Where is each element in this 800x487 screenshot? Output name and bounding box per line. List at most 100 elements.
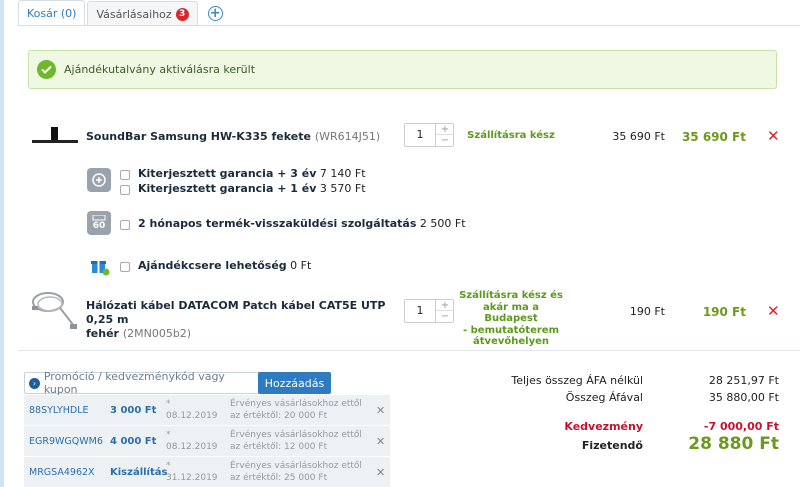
coupon-condition-line1: Érvényes vásárlásokhoz ettől	[230, 461, 362, 471]
stock-status: Szállításra kész	[467, 130, 555, 141]
check-icon	[37, 60, 56, 79]
remove-coupon-icon[interactable]: ✕	[376, 404, 385, 417]
count-badge: 3	[175, 7, 189, 21]
cable-status-line3: - bemutatóterem	[463, 324, 559, 336]
cable-status-line1: Szállításra kész és	[459, 290, 563, 301]
add-promo-button[interactable]: Hozzáadás	[258, 372, 331, 394]
left-edge-bar	[0, 0, 4, 487]
coupon-row[interactable]: EGR9WGQWM6 4 000 Ft * 08.12.2019 Érvényes…	[24, 426, 390, 456]
remove-item-icon-cable[interactable]: ✕	[767, 302, 780, 320]
coupon-condition-line2: az értéktől: 12 000 Ft	[230, 442, 328, 452]
gift-exchange-option: Ajándékcsere lehetőség 0 Ft	[138, 259, 311, 272]
return-icon-label: 60	[92, 221, 106, 231]
line-total-cable: 190 Ft	[702, 305, 746, 319]
return-service-option: 2 hónapos termék-visszaküldési szolgálta…	[138, 217, 466, 230]
section-divider	[18, 350, 800, 351]
net-total-value: 28 251,97 Ft	[708, 374, 779, 387]
amount-due-label: Fizetendő	[581, 439, 643, 452]
discount-label: Kedvezmény	[564, 420, 643, 433]
quantity-stepper[interactable]: 1 + −	[404, 123, 454, 147]
unit-price: 35 690 Ft	[612, 130, 665, 143]
product-title: SoundBar Samsung HW-K335 fekete	[86, 130, 311, 143]
warranty-1y-price: 3 570 Ft	[319, 182, 366, 195]
cable-status-line2: akár ma a Budapest	[483, 301, 539, 325]
quantity-value[interactable]: 1	[405, 124, 435, 146]
return-service-price: 2 500 Ft	[419, 217, 466, 230]
coupon-condition-line2: az értéktől: 20 000 Ft	[230, 411, 328, 421]
warranty-1y-label: Kiterjesztett garancia + 1 év	[138, 182, 317, 195]
increment-button[interactable]: +	[436, 124, 454, 135]
coupon-date: * 31.12.2019	[166, 461, 218, 483]
cart-tabs: Kosár (0) Vásárlásaihoz 3 +	[18, 0, 223, 26]
discount-value: -7 000,00 Ft	[703, 420, 779, 433]
warranty-3y-label: Kiterjesztett garancia + 3 év	[138, 167, 317, 180]
chevron-right-icon: ›	[29, 377, 40, 389]
product-name[interactable]: SoundBar Samsung HW-K335 fekete (WR614J5…	[86, 130, 380, 143]
promo-placeholder: Promóció / kedvezménykód vagy kupon	[43, 370, 225, 396]
net-total-label: Teljes összeg ÁFA nélkül	[511, 374, 643, 387]
remove-coupon-icon[interactable]: ✕	[376, 466, 385, 479]
warranty-3y-option: Kiterjesztett garancia + 3 év 7 140 Ft	[138, 167, 366, 180]
coupon-code: 88SYLYHDLE	[29, 404, 89, 416]
coupon-row[interactable]: 88SYLYHDLE 3 000 Ft * 08.12.2019 Érvényes…	[24, 395, 390, 425]
coupon-condition-line2: az értéktől: 25 000 Ft	[230, 473, 328, 483]
coupon-row[interactable]: MRGSA4962X Kiszállítás * 31.12.2019 Érvén…	[24, 457, 390, 487]
coupon-date-value: 08.12.2019	[166, 442, 218, 452]
add-tab-icon[interactable]: +	[207, 6, 223, 21]
coupon-condition-line1: Érvényes vásárlásokhoz ettől	[230, 430, 362, 440]
cable-status-line4: átvevőhelyen	[473, 336, 549, 347]
promo-code-input[interactable]: › Promóció / kedvezménykód vagy kupon	[24, 370, 260, 396]
coupon-amount: Kiszállítás	[110, 466, 168, 478]
quantity-value-cable[interactable]: 1	[405, 300, 435, 322]
cable-image[interactable]	[30, 288, 78, 332]
amount-due-value: 28 880 Ft	[688, 434, 779, 454]
tab-purchases-label: Vásárlásaihoz	[96, 7, 172, 21]
remove-item-icon[interactable]: ✕	[767, 127, 780, 145]
coupon-condition: Érvényes vásárlásokhoz ettől az értéktől:…	[230, 429, 380, 453]
return-service-label: 2 hónapos termék-visszaküldési szolgálta…	[138, 217, 417, 230]
coupon-condition: Érvényes vásárlásokhoz ettől az értéktől:…	[230, 398, 380, 422]
stock-status-cable: Szállításra kész és akár ma a Budapest -…	[458, 290, 564, 348]
decrement-button[interactable]: −	[436, 135, 454, 146]
coupon-amount: 4 000 Ft	[110, 435, 157, 447]
coupon-condition-line1: Érvényes vásárlásokhoz ettől	[230, 399, 362, 409]
coupon-date: * 08.12.2019	[166, 399, 218, 421]
tab-cart-label: Kosár (0)	[27, 7, 77, 20]
remove-coupon-icon[interactable]: ✕	[376, 435, 385, 448]
tab-divider	[18, 25, 800, 26]
coupon-code: EGR9WGQWM6	[29, 435, 103, 447]
coupon-code: MRGSA4962X	[29, 466, 95, 478]
coupon-date-value: 08.12.2019	[166, 411, 218, 421]
increment-button-cable[interactable]: +	[436, 300, 454, 311]
coupon-list: 88SYLYHDLE 3 000 Ft * 08.12.2019 Érvényes…	[24, 395, 390, 487]
coupon-date-value: 31.12.2019	[166, 473, 218, 483]
gross-total-label: Összeg Áfával	[565, 391, 643, 404]
coupon-condition: Érvényes vásárlásokhoz ettől az értéktől:…	[230, 460, 380, 484]
tab-purchases[interactable]: Vásárlásaihoz 3	[87, 1, 198, 26]
return-60-icon: 60	[87, 211, 111, 235]
success-alert: Ajándékutalvány aktiválásra került	[28, 50, 777, 89]
warranty-1y-checkbox[interactable]	[120, 185, 130, 195]
line-total: 35 690 Ft	[681, 130, 746, 144]
cable-title-line2: fehér	[86, 327, 119, 340]
tab-cart[interactable]: Kosár (0)	[18, 0, 86, 26]
unit-price-cable: 190 Ft	[629, 305, 665, 318]
warranty-1y-option: Kiterjesztett garancia + 1 év 3 570 Ft	[138, 182, 366, 195]
gift-exchange-price: 0 Ft	[290, 259, 312, 272]
warranty-3y-checkbox[interactable]	[120, 170, 130, 180]
gross-total-value: 35 880,00 Ft	[708, 391, 779, 404]
warranty-icon	[87, 168, 111, 192]
soundbar-image[interactable]	[32, 127, 78, 145]
product-name-cable[interactable]: Hálózati kábel DATACOM Patch kábel CAT5E…	[86, 299, 396, 341]
quantity-stepper-cable[interactable]: 1 + −	[404, 299, 454, 323]
gift-exchange-checkbox[interactable]	[120, 262, 130, 272]
coupon-date: * 08.12.2019	[166, 430, 218, 452]
decrement-button-cable[interactable]: −	[436, 311, 454, 322]
gift-icon	[90, 256, 110, 279]
coupon-amount: 3 000 Ft	[110, 404, 157, 416]
return-service-checkbox[interactable]	[120, 220, 130, 230]
gift-exchange-label: Ajándékcsere lehetőség	[138, 259, 287, 272]
cable-code: (2MN005b2)	[122, 327, 192, 340]
warranty-3y-price: 7 140 Ft	[319, 167, 366, 180]
cable-title-line1: Hálózati kábel DATACOM Patch kábel CAT5E…	[86, 299, 386, 326]
